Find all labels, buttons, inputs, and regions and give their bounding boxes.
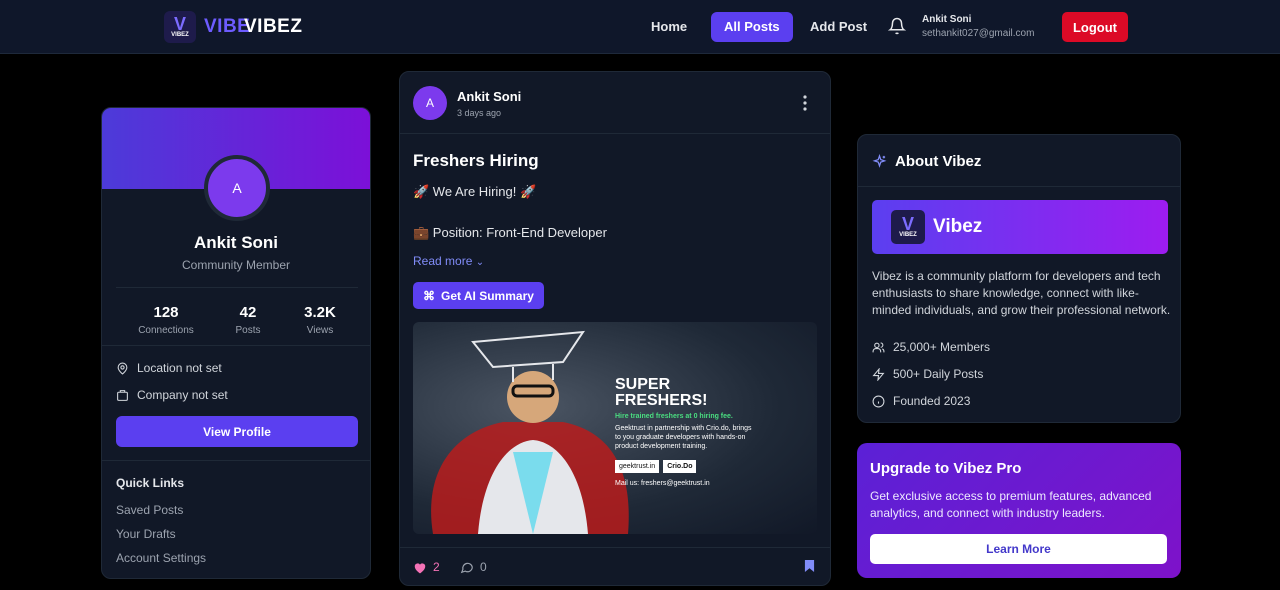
- stat-label: Connections: [138, 325, 194, 336]
- image-tagline: Hire trained freshers at 0 hiring fee.: [615, 413, 733, 420]
- building-icon: [117, 389, 128, 401]
- post-author[interactable]: Ankit Soni: [457, 89, 521, 104]
- banner-logo-text: VIBEZ: [899, 232, 917, 238]
- image-brand-geektrust: geektrust.in: [615, 460, 660, 473]
- post-title: Freshers Hiring: [413, 151, 539, 170]
- stat-posts: 42 Posts: [218, 304, 278, 336]
- stat-connections: 128 Connections: [132, 304, 200, 336]
- divider: [400, 133, 830, 134]
- profile-card: A Ankit Soni Community Member 128 Connec…: [101, 107, 371, 579]
- about-title: About Vibez: [872, 153, 981, 170]
- stat-value: 42: [239, 304, 257, 321]
- bookmark-icon[interactable]: [804, 559, 815, 573]
- user-email: sethankit027@gmail.com: [922, 28, 1035, 39]
- quick-link-account-settings[interactable]: Account Settings: [116, 551, 206, 565]
- nav-all-posts[interactable]: All Posts: [711, 12, 793, 42]
- logo-text-main: VIBEZ: [244, 16, 303, 37]
- banner-logo-letter: V: [901, 214, 914, 234]
- company-info: Company not set: [116, 388, 228, 402]
- bell-icon[interactable]: [888, 17, 906, 35]
- comment-button[interactable]: 0: [460, 560, 487, 574]
- banner-text: Vibez: [933, 216, 983, 237]
- ai-summary-button[interactable]: ⌘ Get AI Summary: [413, 282, 544, 309]
- post-line: 🚀 We Are Hiring! 🚀: [413, 184, 537, 199]
- about-members: 25,000+ Members: [872, 340, 990, 354]
- location-info: Location not set: [116, 361, 222, 375]
- avatar[interactable]: A: [204, 155, 270, 221]
- about-card: About Vibez V VIBEZ Vibez Vibez is a com…: [857, 134, 1181, 423]
- top-navbar: V VIBEZ VIBE VIBEZ Home All Posts Add Pos…: [0, 0, 1280, 54]
- heart-icon: [414, 562, 426, 573]
- lightning-icon: [872, 367, 885, 381]
- read-more-link[interactable]: Read more ⌄: [413, 254, 484, 268]
- like-count: 2: [433, 560, 440, 574]
- comment-icon: [460, 562, 473, 574]
- pro-title: Upgrade to Vibez Pro: [870, 460, 1022, 477]
- banner-logo: V VIBEZ: [891, 210, 925, 244]
- pro-description: Get exclusive access to premium features…: [870, 489, 1152, 520]
- divider: [116, 287, 358, 288]
- stat-views: 3.2K Views: [290, 304, 350, 336]
- sparkles-icon: [872, 154, 887, 168]
- nav-home[interactable]: Home: [638, 12, 700, 42]
- quick-link-saved-posts[interactable]: Saved Posts: [116, 503, 183, 517]
- logo-mark: V VIBEZ: [164, 11, 196, 43]
- image-heading-2: FRESHERS!: [615, 392, 708, 409]
- vibez-banner: V VIBEZ Vibez: [872, 200, 1168, 254]
- comment-count: 0: [480, 560, 487, 574]
- map-pin-icon: [117, 362, 128, 375]
- profile-name: Ankit Soni: [193, 233, 279, 252]
- founded-text: Founded 2023: [893, 394, 971, 408]
- post-image[interactable]: SUPER FRESHERS! Hire trained freshers at…: [413, 322, 817, 534]
- about-title-text: About Vibez: [895, 153, 982, 170]
- more-options-icon[interactable]: [800, 94, 810, 112]
- members-text: 25,000+ Members: [893, 340, 991, 354]
- daily-posts-text: 500+ Daily Posts: [893, 367, 984, 381]
- image-mail: Mail us: freshers@geektrust.in: [615, 480, 710, 487]
- quick-link-drafts[interactable]: Your Drafts: [116, 527, 176, 541]
- ai-summary-label: Get AI Summary: [441, 288, 534, 303]
- stat-label: Views: [306, 325, 334, 336]
- upgrade-pro-card: Upgrade to Vibez Pro Get exclusive acces…: [857, 443, 1181, 578]
- post-author-avatar[interactable]: A: [413, 86, 447, 120]
- about-founded: Founded 2023: [872, 394, 970, 408]
- stat-value: 128: [153, 304, 179, 321]
- view-profile-button[interactable]: View Profile: [116, 416, 358, 447]
- logo[interactable]: V VIBEZ VIBE VIBEZ: [164, 11, 302, 43]
- post-card: A Ankit Soni 3 days ago Freshers Hiring …: [399, 71, 831, 586]
- divider: [102, 460, 370, 461]
- post-line: 💼 Position: Front-End Developer: [413, 225, 607, 240]
- stat-label: Posts: [235, 325, 261, 336]
- about-daily-posts: 500+ Daily Posts: [872, 367, 983, 381]
- location-text: Location not set: [137, 361, 222, 375]
- logo-text: VIBE VIBEZ: [204, 16, 302, 38]
- logo-mark-text: VIBEZ: [171, 32, 189, 38]
- logo-mark-letter: V: [173, 14, 186, 34]
- quick-links-title: Quick Links: [116, 476, 185, 490]
- company-text: Company not set: [137, 388, 228, 402]
- divider: [102, 345, 370, 346]
- command-icon: ⌘: [423, 288, 435, 303]
- like-button[interactable]: 2: [413, 560, 440, 574]
- profile-role: Community Member: [181, 258, 291, 272]
- image-brand-crio: Crio.Do: [663, 460, 697, 473]
- users-icon: [872, 341, 885, 352]
- post-time: 3 days ago: [457, 108, 502, 118]
- image-body: Geektrust in partnership with Crio.do, b…: [615, 425, 752, 450]
- divider: [858, 186, 1180, 187]
- text-fade: [413, 244, 830, 254]
- read-more-label: Read more: [413, 254, 473, 268]
- about-description: Vibez is a community platform for develo…: [872, 269, 1171, 317]
- image-heading: SUPER FRESHERS!: [615, 377, 707, 409]
- info-icon: [872, 395, 885, 407]
- learn-more-button[interactable]: Learn More: [870, 534, 1167, 564]
- image-brands: geektrust.in Crio.Do: [615, 460, 697, 473]
- logout-button[interactable]: Logout: [1062, 12, 1128, 42]
- user-name: Ankit Soni: [922, 14, 972, 25]
- image-heading-1: SUPER: [615, 376, 671, 393]
- divider: [400, 547, 830, 548]
- stat-value: 3.2K: [304, 304, 336, 321]
- chevron-down-icon: ⌄: [475, 257, 485, 268]
- nav-add-post[interactable]: Add Post: [797, 12, 880, 42]
